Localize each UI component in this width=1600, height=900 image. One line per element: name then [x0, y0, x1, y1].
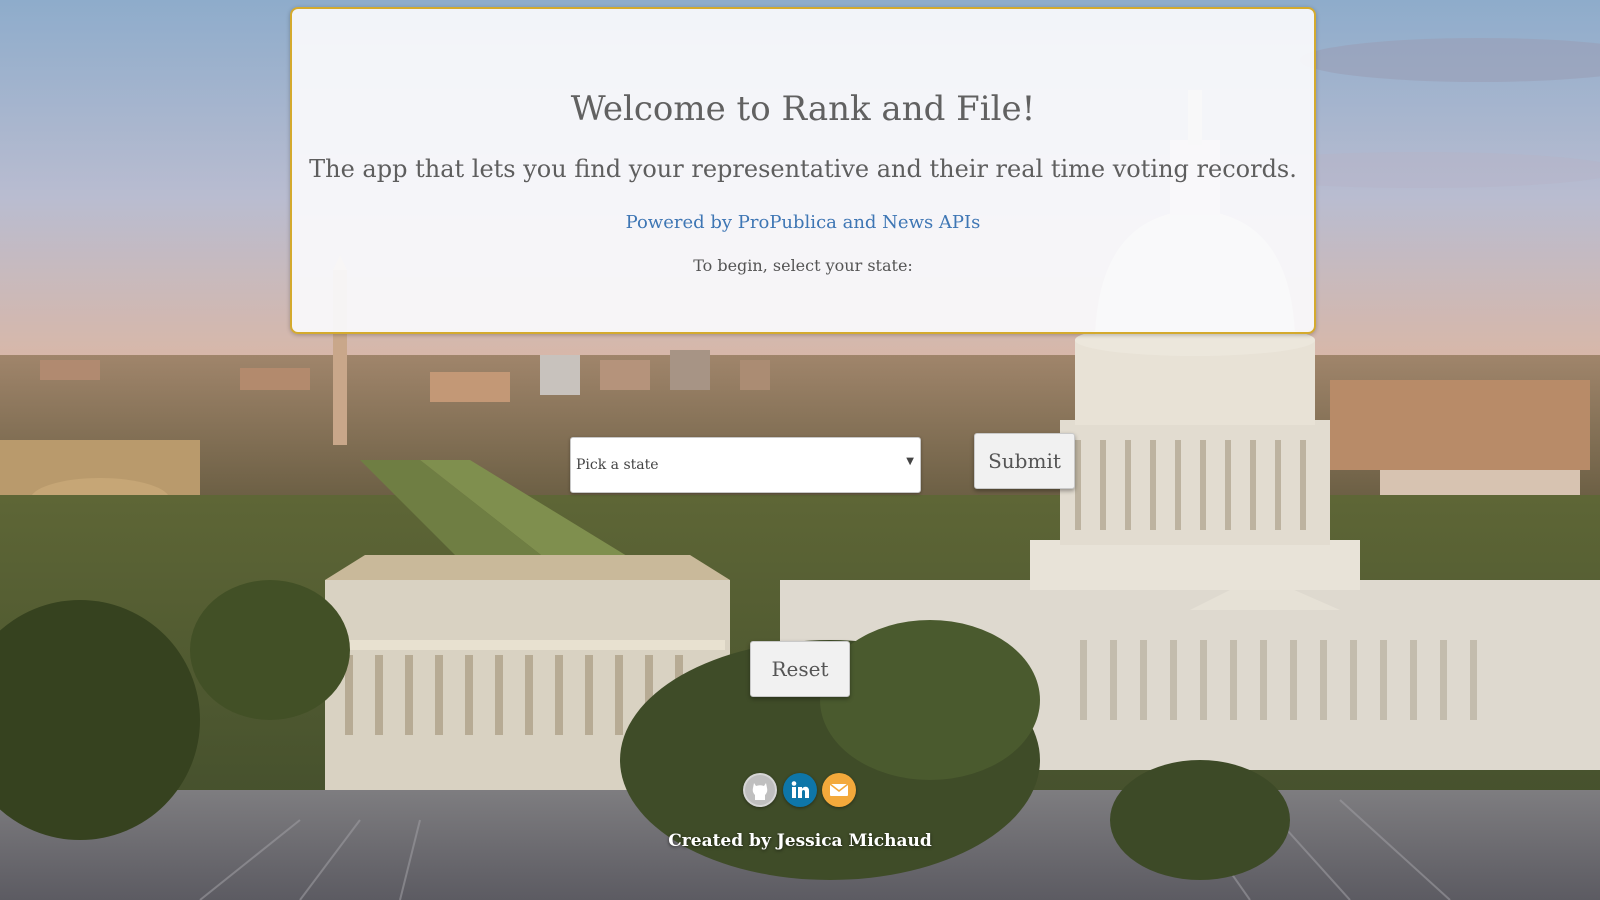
- app-tagline: The app that lets you find your represen…: [309, 155, 1297, 183]
- github-icon[interactable]: [743, 773, 777, 807]
- state-select[interactable]: Pick a state ▼: [570, 437, 921, 493]
- linkedin-icon[interactable]: [783, 773, 817, 807]
- author-credit: Created by Jessica Michaud: [668, 831, 932, 851]
- state-instruction: To begin, select your state:: [693, 256, 913, 275]
- caret-down-icon: ▼: [906, 456, 914, 467]
- page-title: Welcome to Rank and File!: [570, 89, 1036, 129]
- reset-button[interactable]: Reset: [750, 641, 850, 697]
- state-select-value: Pick a state: [576, 457, 659, 473]
- email-icon[interactable]: [822, 773, 856, 807]
- welcome-panel: Welcome to Rank and File! The app that l…: [290, 7, 1316, 334]
- powered-by-link[interactable]: Powered by ProPublica and News APIs: [292, 212, 1314, 233]
- submit-button[interactable]: Submit: [974, 433, 1075, 489]
